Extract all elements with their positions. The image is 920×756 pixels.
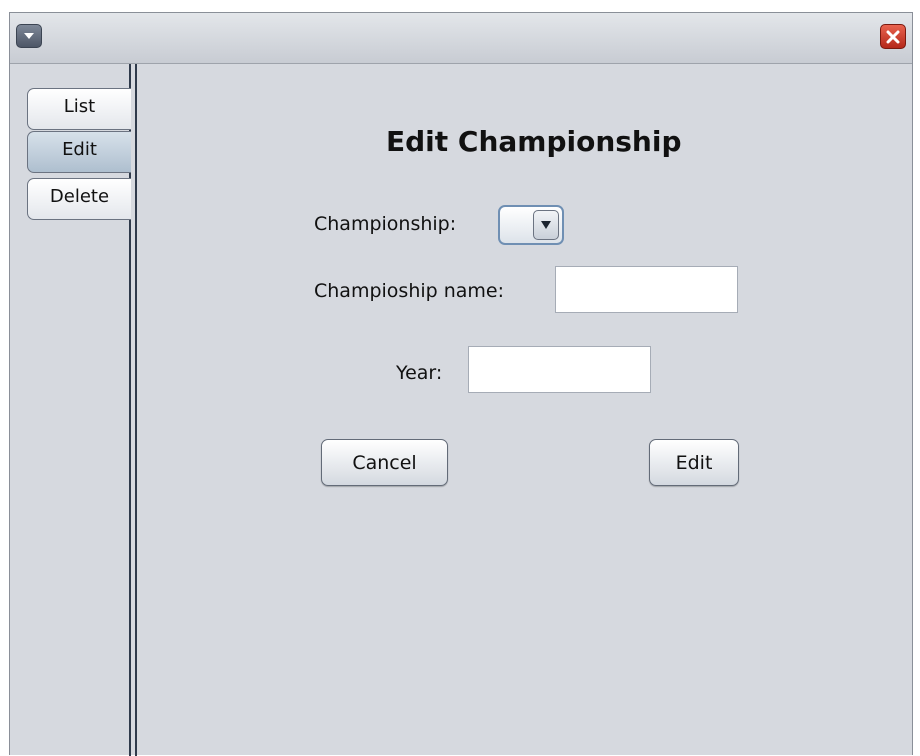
tab-edit[interactable]: Edit [27, 131, 131, 173]
championship-label: Championship: [314, 213, 457, 235]
sidebar-divider [135, 64, 137, 756]
tab-delete[interactable]: Delete [27, 178, 131, 220]
close-button[interactable] [880, 24, 906, 49]
close-icon [886, 30, 900, 43]
triangle-down-icon [541, 221, 551, 229]
championship-select[interactable] [498, 205, 564, 245]
chevron-down-icon [24, 33, 34, 39]
tab-label: Edit [62, 139, 97, 160]
championship-name-input[interactable] [555, 266, 738, 313]
championship-name-label: Champioship name: [314, 280, 505, 302]
year-input[interactable] [468, 346, 651, 393]
year-label: Year: [396, 362, 443, 384]
combo-dropdown-button[interactable] [533, 210, 559, 240]
page-title: Edit Championship [386, 125, 682, 158]
window-menu-button[interactable] [16, 24, 42, 48]
tab-label: List [63, 96, 96, 117]
tab-label: Delete [49, 186, 110, 207]
cancel-button[interactable]: Cancel [321, 439, 448, 486]
title-bar [10, 13, 912, 64]
cancel-button-label: Cancel [352, 451, 417, 474]
edit-button-label: Edit [675, 451, 713, 474]
application-window: List Edit Delete [9, 12, 913, 756]
tab-list[interactable]: List [27, 88, 131, 130]
edit-button[interactable]: Edit [649, 439, 739, 486]
